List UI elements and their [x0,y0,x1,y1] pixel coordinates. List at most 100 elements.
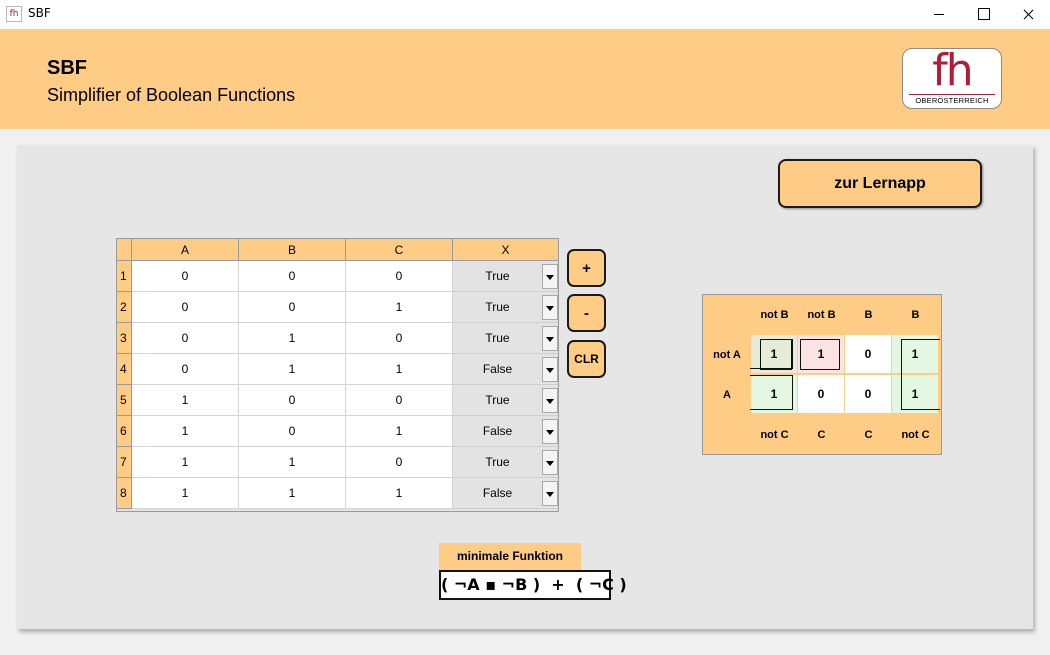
cell-x-select[interactable]: True [453,323,558,354]
cell-b[interactable]: 0 [239,385,346,416]
table-row: 3 0 1 0 True [117,323,558,354]
kmap-group-outline [800,339,840,370]
chevron-down-icon[interactable] [542,326,558,351]
app-subtitle: Simplifier of Boolean Functions [47,85,296,105]
table-row: 5 1 0 0 True [117,385,558,416]
cell-b[interactable]: 0 [239,261,346,292]
cell-b[interactable]: 1 [239,447,346,478]
row-number[interactable]: 3 [117,323,132,354]
row-number[interactable]: 1 [117,261,132,292]
cell-x-select[interactable]: True [453,292,558,323]
chevron-down-icon[interactable] [542,264,558,289]
kmap-row-header: not A [713,349,741,361]
cell-c[interactable]: 0 [346,385,453,416]
chevron-down-icon[interactable] [542,388,558,413]
row-number[interactable]: 6 [117,416,132,447]
table-row: 6 1 0 1 False [117,416,558,447]
karnaugh-map: not B not B B B not A A 1 1 0 1 1 0 0 1 … [702,294,942,455]
clear-button[interactable]: CLR [567,340,606,378]
cell-b[interactable]: 1 [239,478,346,509]
minimize-icon[interactable] [915,0,961,29]
chevron-down-icon[interactable] [542,419,558,444]
fh-logo: fh OBERÖSTERREICH [902,48,1002,109]
cell-x-select[interactable]: False [453,416,558,447]
logo-text: OBERÖSTERREICH [915,96,989,105]
cell-b[interactable]: 1 [239,354,346,385]
cell-x-select[interactable]: False [453,478,558,509]
remove-row-button[interactable]: - [567,294,606,332]
chevron-down-icon[interactable] [542,295,558,320]
maximize-icon[interactable] [960,0,1006,29]
column-header-b[interactable]: B [239,239,346,261]
kmap-row-header: A [723,389,731,401]
cell-x-select[interactable]: True [453,261,558,292]
kmap-group-outline [901,339,940,410]
cell-x-select[interactable]: True [453,385,558,416]
cell-x-value: True [485,300,510,314]
row-number[interactable]: 4 [117,354,132,385]
truth-table: A B C X 1 0 0 0 True 2 0 0 1 True 3 0 1 … [116,238,559,512]
cell-x-value: True [485,393,510,407]
column-header-x[interactable]: X [453,239,558,261]
cell-a[interactable]: 0 [132,354,239,385]
cell-x-value: True [485,331,510,345]
chevron-down-icon[interactable] [542,481,558,506]
kmap-col-footer: C [864,429,873,441]
add-row-button[interactable]: + [567,249,606,287]
cell-x-value: True [485,455,510,469]
table-row: 1 0 0 0 True [117,261,558,292]
logo-divider [909,94,995,95]
column-header-c[interactable]: C [346,239,453,261]
column-header-a[interactable]: A [132,239,239,261]
table-corner [117,239,132,261]
table-row: 2 0 0 1 True [117,292,558,323]
cell-x-select[interactable]: False [453,354,558,385]
cell-c[interactable]: 1 [346,416,453,447]
lernapp-button[interactable]: zur Lernapp [778,159,982,208]
kmap-col-footer: not C [901,429,930,441]
cell-c[interactable]: 0 [346,323,453,354]
cell-x-value: False [482,486,513,500]
cell-a[interactable]: 1 [132,447,239,478]
cell-b[interactable]: 0 [239,416,346,447]
cell-a[interactable]: 0 [132,323,239,354]
kmap-cell: 0 [845,375,891,413]
row-number[interactable]: 8 [117,478,132,509]
minimal-function-result: ( ¬A ▪ ¬B ) + ( ¬C ) [439,570,627,600]
cell-a[interactable]: 1 [132,478,239,509]
main-panel: zur Lernapp A B C X 1 0 0 0 True 2 0 0 1… [17,145,1033,629]
cell-c[interactable]: 1 [346,354,453,385]
kmap-group-outline [750,375,793,410]
cell-a[interactable]: 0 [132,292,239,323]
cell-a[interactable]: 1 [132,385,239,416]
cell-c[interactable]: 1 [346,292,453,323]
window-title-bar: fh SBF [0,0,1050,29]
cell-c[interactable]: 0 [346,261,453,292]
row-number[interactable]: 7 [117,447,132,478]
row-number[interactable]: 5 [117,385,132,416]
cell-a[interactable]: 1 [132,416,239,447]
table-row: 7 1 1 0 True [117,447,558,478]
close-icon[interactable] [1005,0,1050,29]
app-icon: fh [6,6,22,22]
kmap-cell: 0 [845,335,891,373]
cell-x-select[interactable]: True [453,447,558,478]
cell-c[interactable]: 1 [346,478,453,509]
row-number[interactable]: 2 [117,292,132,323]
kmap-group-outline [750,339,793,369]
cell-a[interactable]: 0 [132,261,239,292]
cell-c[interactable]: 0 [346,447,453,478]
kmap-col-footer: C [817,429,826,441]
kmap-cell: 0 [798,375,844,413]
minimal-function-label: minimale Funktion [439,543,581,570]
cell-x-value: False [482,424,513,438]
cell-b[interactable]: 0 [239,292,346,323]
chevron-down-icon[interactable] [542,357,558,382]
chevron-down-icon[interactable] [542,450,558,475]
table-row: 4 0 1 1 False [117,354,558,385]
logo-letters: fh [932,45,973,96]
window-title: SBF [28,6,51,20]
cell-b[interactable]: 1 [239,323,346,354]
cell-x-value: False [482,362,513,376]
app-name: SBF [47,57,87,79]
